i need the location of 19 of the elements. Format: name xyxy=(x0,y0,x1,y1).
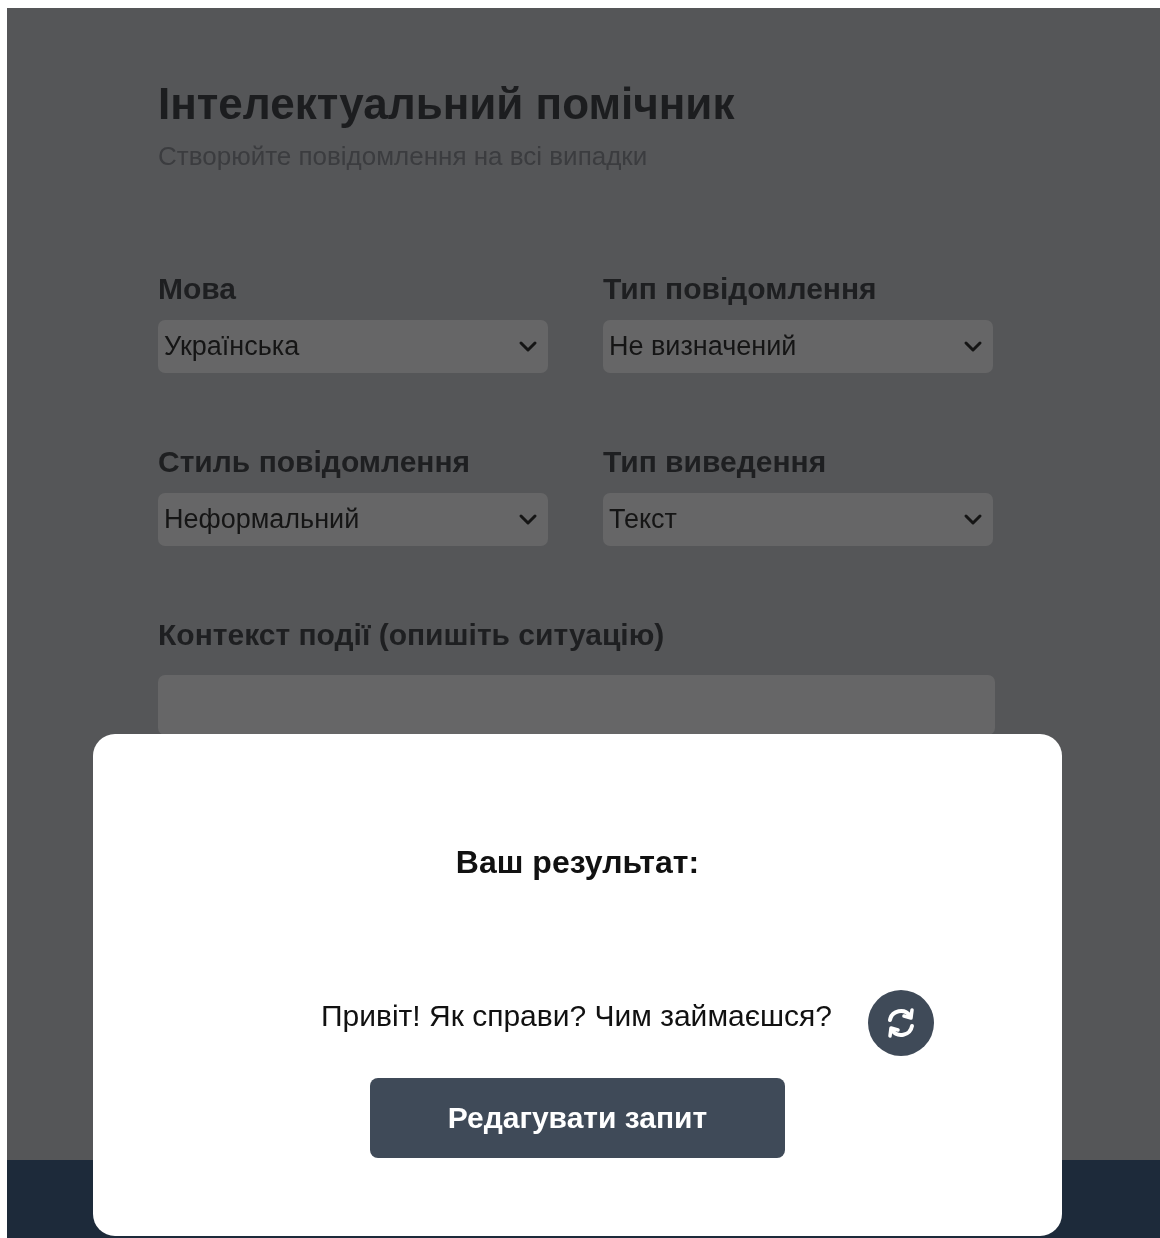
dialog-title: Ваш результат: xyxy=(455,843,700,882)
field-label: Контекст події (опишіть ситуацію) xyxy=(158,618,665,652)
page-title: Інтелектуальний помічник xyxy=(158,78,736,130)
refresh-icon[interactable] xyxy=(868,990,934,1056)
caret-icon xyxy=(963,339,983,354)
dropdown-field[interactable]: Не визначений xyxy=(603,320,993,373)
result-text: Привіт! Як справи? Чим займаєшся? xyxy=(321,999,832,1033)
dropdown-field[interactable]: Текст xyxy=(603,493,993,546)
edit-request-button[interactable]: Редагувати запит xyxy=(370,1078,785,1158)
dropdown-field[interactable]: Неформальний xyxy=(158,493,548,546)
caret-icon xyxy=(518,512,538,527)
field-label: Тип повідомлення xyxy=(603,272,877,306)
caret-icon xyxy=(518,339,538,354)
context-field[interactable] xyxy=(158,675,995,735)
caret-icon xyxy=(963,512,983,527)
field-label: Стиль повідомлення xyxy=(158,445,471,479)
field-label: Тип виведення xyxy=(603,445,827,479)
dropdown-field[interactable]: Українська xyxy=(158,320,548,373)
field-label: Мова xyxy=(158,272,237,306)
